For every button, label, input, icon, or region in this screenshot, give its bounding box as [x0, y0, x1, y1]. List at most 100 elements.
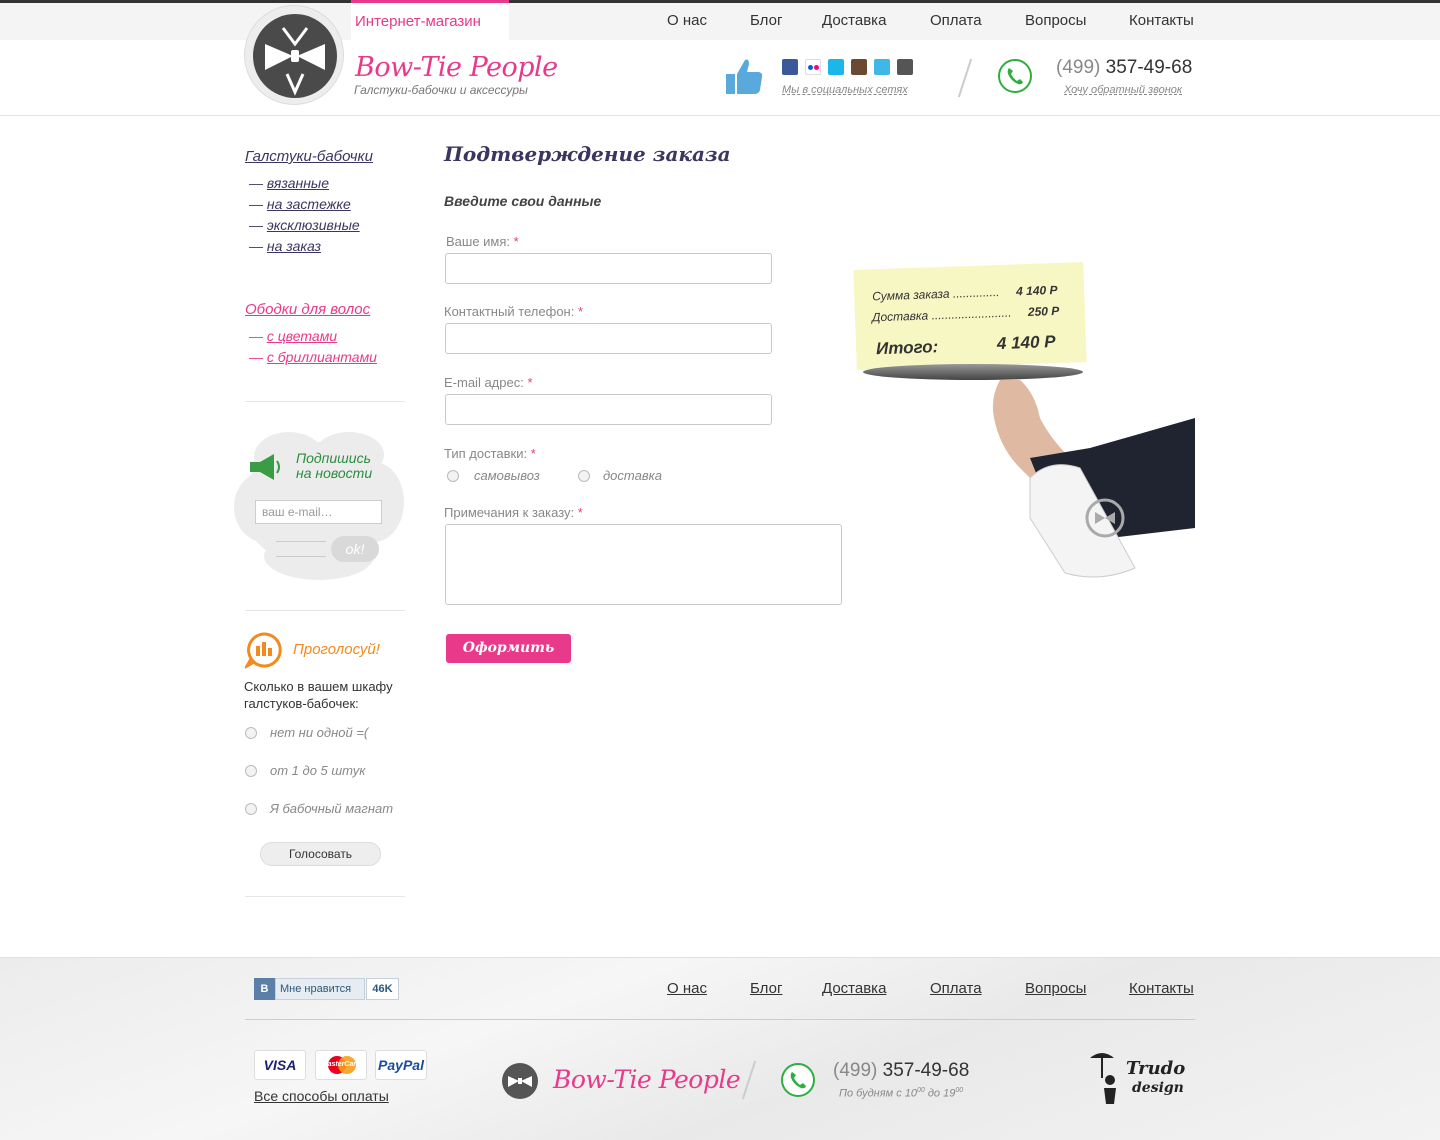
footer-bow-tie-logo-icon[interactable] — [502, 1063, 538, 1099]
poll-option-magnate[interactable]: Я бабочный магнат — [270, 801, 393, 816]
footer-phone-digits: 357-49-68 — [882, 1060, 970, 1081]
category-link-clasp[interactable]: на застежке — [267, 196, 351, 212]
poll-radio-few[interactable] — [245, 765, 257, 777]
footer-nav-contacts[interactable]: Контакты — [1129, 980, 1194, 997]
footer-phone-icon — [781, 1063, 815, 1097]
notes-textarea[interactable] — [445, 524, 842, 605]
waiter-hand-image — [960, 378, 1196, 587]
footer — [0, 957, 1440, 1140]
category-item: — на заказ — [249, 238, 322, 254]
hours-mid: до 19 — [924, 1087, 956, 1100]
footer-nav-payment[interactable]: Оплата — [930, 980, 982, 997]
form-subtitle: Введите свои данные — [444, 193, 602, 209]
footer-divider — [245, 1019, 1195, 1020]
social-caption[interactable]: Мы в социальных сетях — [782, 84, 908, 96]
email-field[interactable] — [445, 394, 772, 425]
subscribe-title-line2: на новости — [296, 465, 373, 481]
category-link-custom[interactable]: на заказ — [267, 238, 321, 254]
vote-button[interactable]: Голосовать — [260, 842, 381, 866]
subscribe-ok-button[interactable]: ok! — [331, 536, 379, 562]
nav-about[interactable]: О нас — [667, 12, 707, 29]
category-item: — эксклюзивные — [249, 217, 360, 233]
poll-icon — [242, 631, 283, 673]
footer-nav-blog[interactable]: Блог — [750, 980, 782, 997]
vk-like-widget[interactable]: В Мне нравится 46K — [254, 978, 399, 1000]
category-item: — вязанные — [249, 175, 330, 191]
speed-lines — [276, 541, 326, 557]
brand-subtitle: Галстуки-бабочки и аксессуры — [354, 83, 528, 97]
poll-option-few[interactable]: от 1 до 5 штук — [270, 763, 365, 778]
trudo-design-logo[interactable]: Trudo design — [1088, 1048, 1188, 1108]
hours-sup-end: 00 — [955, 1087, 964, 1094]
delivery-option-courier[interactable]: доставка — [603, 468, 662, 483]
sidebar-divider — [245, 896, 405, 897]
category-link-exclusive[interactable]: эксклюзивные — [267, 217, 360, 233]
phone-label: Контактный телефон: * — [444, 304, 583, 319]
category-headbands[interactable]: Ободки для волос — [245, 301, 370, 318]
required-mark: * — [527, 375, 533, 390]
shop-tab[interactable]: Интернет-магазин — [351, 0, 509, 40]
order-summary-card: Сумма заказа .............. 4 140 Р Дост… — [853, 262, 1087, 370]
vk-like-count: 46K — [366, 978, 399, 1000]
footer-nav-delivery[interactable]: Доставка — [822, 980, 886, 997]
receipt-sum-value: 4 140 Р — [1015, 282, 1058, 299]
paypal-icon: PayPal — [375, 1050, 427, 1080]
subscribe-email-input[interactable]: ваш e-mail… — [255, 500, 382, 524]
poll-radio-magnate[interactable] — [245, 803, 257, 815]
vimeo-icon[interactable] — [828, 59, 844, 75]
category-link-diamonds[interactable]: с бриллиантами — [267, 349, 377, 365]
category-link-flowers[interactable]: с цветами — [267, 328, 337, 344]
hours-prefix: По будням с 10 — [839, 1087, 917, 1100]
footer-nav-questions[interactable]: Вопросы — [1025, 980, 1086, 997]
top-bar — [0, 3, 1440, 41]
receipt-total-value: 4 140 Р — [996, 332, 1056, 354]
all-payment-methods-link[interactable]: Все способы оплаты — [254, 1088, 389, 1104]
category-bow-ties[interactable]: Галстуки-бабочки — [245, 148, 373, 165]
google-plus-icon[interactable] — [897, 59, 913, 75]
brand-name[interactable]: Bow-Tie People — [355, 52, 558, 83]
nav-payment[interactable]: Оплата — [930, 12, 982, 29]
delivery-option-pickup[interactable]: самовывоз — [474, 468, 540, 483]
flickr-icon[interactable] — [805, 59, 821, 75]
submit-order-button[interactable]: Оформить — [446, 634, 571, 663]
mastercard-label: MasterCard — [321, 1061, 361, 1068]
required-mark: * — [530, 446, 536, 461]
hours-sup-start: 00 — [917, 1087, 925, 1094]
vk-like-label[interactable]: Мне нравится — [275, 978, 365, 1000]
notes-label: Примечания к заказу: * — [444, 505, 583, 520]
delivery-radio-courier[interactable] — [578, 470, 590, 482]
nav-contacts[interactable]: Контакты — [1129, 12, 1194, 29]
delivery-label: Тип доставки: * — [444, 446, 536, 461]
required-mark: * — [577, 304, 584, 319]
logo[interactable] — [244, 5, 344, 105]
twitter-icon[interactable] — [874, 59, 890, 75]
receipt-sum-label: Сумма заказа .............. — [872, 284, 1000, 304]
visa-card-icon: VISA — [254, 1050, 306, 1080]
nav-delivery[interactable]: Доставка — [822, 12, 886, 29]
header — [0, 40, 1440, 116]
poll-option-none[interactable]: нет ни одной =( — [270, 725, 368, 740]
name-field[interactable] — [445, 253, 772, 284]
receipt-delivery-value: 250 Р — [1027, 303, 1060, 319]
email-label: E-mail адрес: * — [444, 375, 533, 390]
trudo-design: design — [1132, 1080, 1184, 1096]
instagram-icon[interactable] — [851, 59, 867, 75]
delivery-radio-pickup[interactable] — [447, 470, 459, 482]
footer-brand-name[interactable]: Bow-Tie People — [553, 1065, 741, 1094]
footer-nav-about[interactable]: О нас — [667, 980, 707, 997]
name-label: Ваше имя: * — [446, 234, 519, 249]
poll-radio-none[interactable] — [245, 727, 257, 739]
phone-field[interactable] — [445, 323, 772, 354]
facebook-icon[interactable] — [782, 59, 798, 75]
phone-icon — [998, 59, 1032, 93]
footer-phone-code: (499) — [833, 1060, 878, 1081]
trudo-name: Trudo — [1126, 1058, 1186, 1079]
category-item: — на застежке — [249, 196, 351, 212]
name-label-text: Ваше имя: — [446, 234, 511, 249]
category-link-knitted[interactable]: вязанные — [267, 175, 329, 191]
nav-questions[interactable]: Вопросы — [1025, 12, 1086, 29]
callback-link[interactable]: Хочу обратный звонок — [1064, 84, 1182, 96]
header-phone: (499) 357-49-68 — [1056, 57, 1192, 79]
nav-blog[interactable]: Блог — [750, 12, 782, 29]
sidebar-divider — [245, 401, 405, 402]
